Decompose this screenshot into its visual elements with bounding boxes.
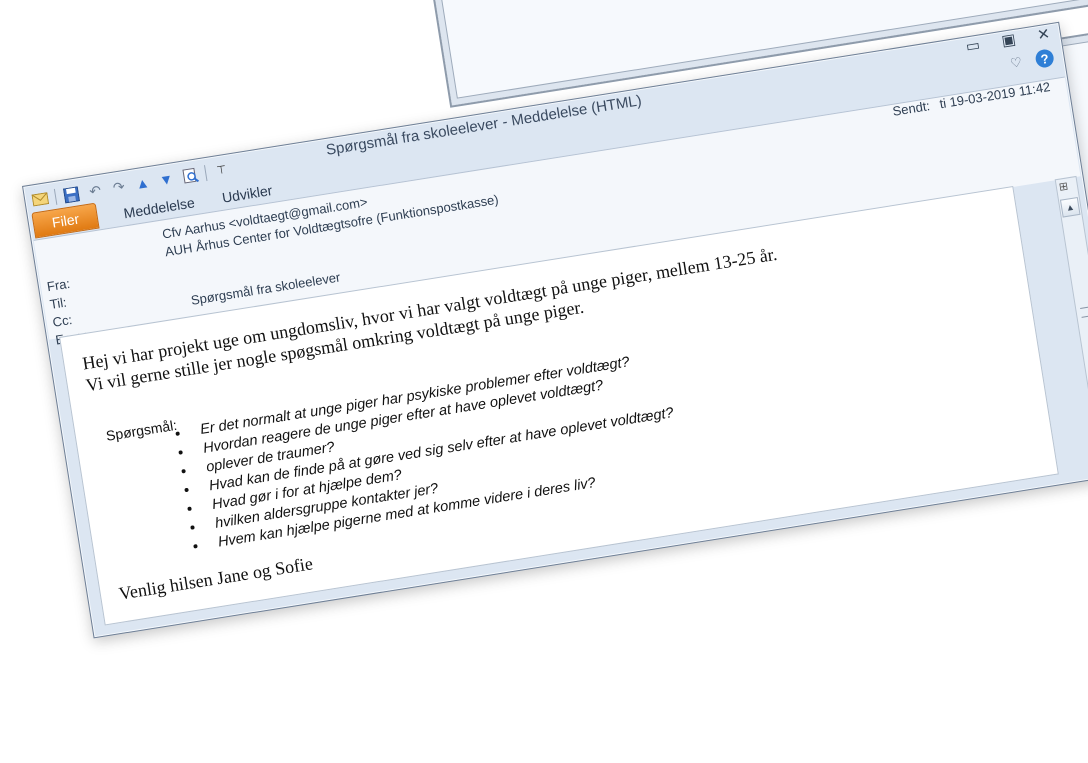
help-icon[interactable]: ?	[1034, 48, 1055, 69]
toolbar-separator	[203, 165, 208, 182]
undo-icon[interactable]: ↶	[85, 181, 104, 200]
zoom-icon[interactable]: ⊞	[1058, 179, 1069, 193]
scroll-up-button[interactable]: ▲	[1059, 196, 1081, 218]
signature: Venlig hilsen Jane og Sofie	[117, 553, 315, 604]
from-label: Fra:	[45, 275, 72, 295]
maximize-icon[interactable]: ▣	[1000, 30, 1017, 50]
minimize-icon[interactable]: ▭	[964, 36, 982, 56]
customize-icon[interactable]: ⊤	[212, 161, 231, 180]
mail-icon	[30, 190, 49, 209]
redo-icon[interactable]: ↷	[109, 177, 128, 196]
vertical-scrollbar[interactable]: ⊞ ▲ ▼	[1054, 175, 1088, 468]
up-arrow-icon[interactable]: ▲	[133, 173, 152, 192]
save-icon[interactable]	[62, 185, 81, 204]
questions-list: Er det normalt at unge piger har psykisk…	[171, 348, 684, 557]
ribbon-toggle-icon[interactable]: ♡	[1009, 54, 1023, 72]
cc-label: Cc:	[51, 311, 74, 330]
scroll-grip[interactable]	[1080, 306, 1088, 318]
close-icon[interactable]: ✕	[1036, 24, 1051, 44]
down-arrow-icon[interactable]: ▼	[157, 170, 176, 189]
ribbon-controls: ♡ ?	[1009, 48, 1055, 73]
toolbar-separator	[53, 188, 58, 205]
print-preview-icon[interactable]	[180, 166, 199, 185]
message-window: ↶ ↷ ▲ ▼ ⊤ Spørgsmål fra skoleelever - Me…	[22, 21, 1088, 639]
questions-label: Spørgsmål:	[104, 416, 179, 444]
to-label: Til:	[48, 294, 68, 313]
